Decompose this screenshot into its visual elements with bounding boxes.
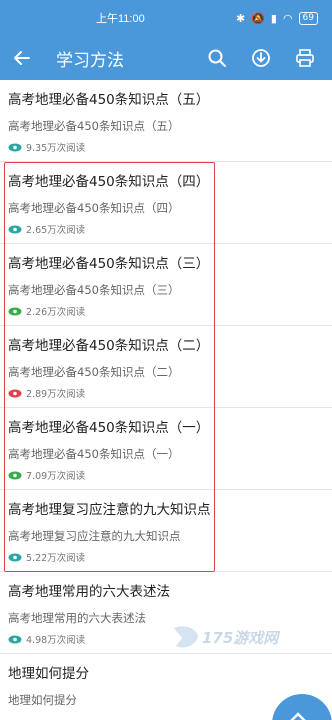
item-meta: 2.65万次阅读 <box>8 222 332 236</box>
print-icon[interactable] <box>288 41 322 75</box>
item-title: 高考地理常用的六大表述法 <box>8 584 170 600</box>
battery-indicator: 69 <box>298 11 318 25</box>
view-count: 2.89万次阅读 <box>26 389 86 400</box>
status-bar: 上午11:00 ✱ 🔕 ▮ ◠ 69 <box>0 0 332 36</box>
wifi-icon: ◠ <box>282 11 293 25</box>
list-item[interactable]: 高考地理必备450条知识点（四） 高考地理必备450条知识点（四） 2.65万次… <box>0 162 332 244</box>
floating-action-button[interactable] <box>272 694 332 720</box>
list-item[interactable]: 高考地理常用的六大表述法 高考地理常用的六大表述法 4.98万次阅读 <box>0 572 332 654</box>
item-subtitle: 高考地理复习应注意的九大知识点 <box>8 529 181 543</box>
view-count: 4.98万次阅读 <box>26 635 86 646</box>
item-subtitle: 高考地理必备450条知识点（二） <box>8 365 180 379</box>
item-title: 高考地理必备450条知识点（一） <box>8 420 210 436</box>
list-item[interactable]: 高考地理复习应注意的九大知识点 高考地理复习应注意的九大知识点 5.22万次阅读 <box>0 490 332 572</box>
eye-icon <box>8 471 22 479</box>
eye-icon <box>8 225 22 233</box>
watermark: 175游戏网 <box>170 622 278 652</box>
scroll-top-icon <box>290 712 306 720</box>
status-time: 上午11:00 <box>96 13 145 25</box>
view-count: 2.65万次阅读 <box>26 225 86 236</box>
article-list: 高考地理必备450条知识点（五） 高考地理必备450条知识点（五） 9.35万次… <box>0 80 332 720</box>
item-title: 高考地理必备450条知识点（五） <box>8 92 210 108</box>
list-item[interactable]: 高考地理必备450条知识点（三） 高考地理必备450条知识点（三） 2.26万次… <box>0 244 332 326</box>
list-item[interactable]: 高考地理必备450条知识点（二） 高考地理必备450条知识点（二） 2.89万次… <box>0 326 332 408</box>
bluetooth-icon: ✱ <box>235 11 246 25</box>
item-meta: 7.09万次阅读 <box>8 468 332 482</box>
mute-icon: 🔕 <box>251 11 265 25</box>
list-item[interactable]: 高考地理必备450条知识点（五） 高考地理必备450条知识点（五） 9.35万次… <box>0 80 332 162</box>
signal-icon: ▮ <box>270 11 277 25</box>
view-count: 5.22万次阅读 <box>26 553 86 564</box>
page-title: 学习方法 <box>56 50 124 71</box>
item-meta: 2.26万次阅读 <box>8 304 332 318</box>
status-icons: ✱ 🔕 ▮ ◠ 69 <box>235 11 318 25</box>
view-count: 7.09万次阅读 <box>26 471 86 482</box>
view-count: 9.35万次阅读 <box>26 143 86 154</box>
item-meta: 5.22万次阅读 <box>8 550 332 564</box>
item-subtitle: 高考地理必备450条知识点（三） <box>8 283 180 297</box>
eye-icon <box>8 143 22 151</box>
item-title: 高考地理必备450条知识点（二） <box>8 338 210 354</box>
search-icon[interactable] <box>200 41 234 75</box>
item-title: 地理如何提分 <box>8 666 89 682</box>
eye-icon <box>8 635 22 643</box>
watermark-text: 175游戏网 <box>202 628 279 647</box>
back-arrow-icon[interactable] <box>10 41 34 75</box>
view-count: 2.26万次阅读 <box>26 307 86 318</box>
item-subtitle: 高考地理必备450条知识点（一） <box>8 447 180 461</box>
list-item[interactable]: 高考地理必备450条知识点（一） 高考地理必备450条知识点（一） 7.09万次… <box>0 408 332 490</box>
item-meta: 9.35万次阅读 <box>8 140 332 154</box>
item-title: 高考地理必备450条知识点（三） <box>8 256 210 272</box>
download-icon[interactable] <box>244 41 278 75</box>
eye-icon <box>8 553 22 561</box>
item-subtitle: 高考地理必备450条知识点（四） <box>8 201 180 215</box>
item-meta: 2.89万次阅读 <box>8 386 332 400</box>
eye-icon <box>8 307 22 315</box>
app-bar: 学习方法 <box>0 36 332 80</box>
item-title: 高考地理必备450条知识点（四） <box>8 174 210 190</box>
eye-icon <box>8 389 22 397</box>
item-subtitle: 高考地理必备450条知识点（五） <box>8 119 180 133</box>
item-title: 高考地理复习应注意的九大知识点 <box>8 502 211 518</box>
watermark-logo-icon <box>174 626 198 648</box>
